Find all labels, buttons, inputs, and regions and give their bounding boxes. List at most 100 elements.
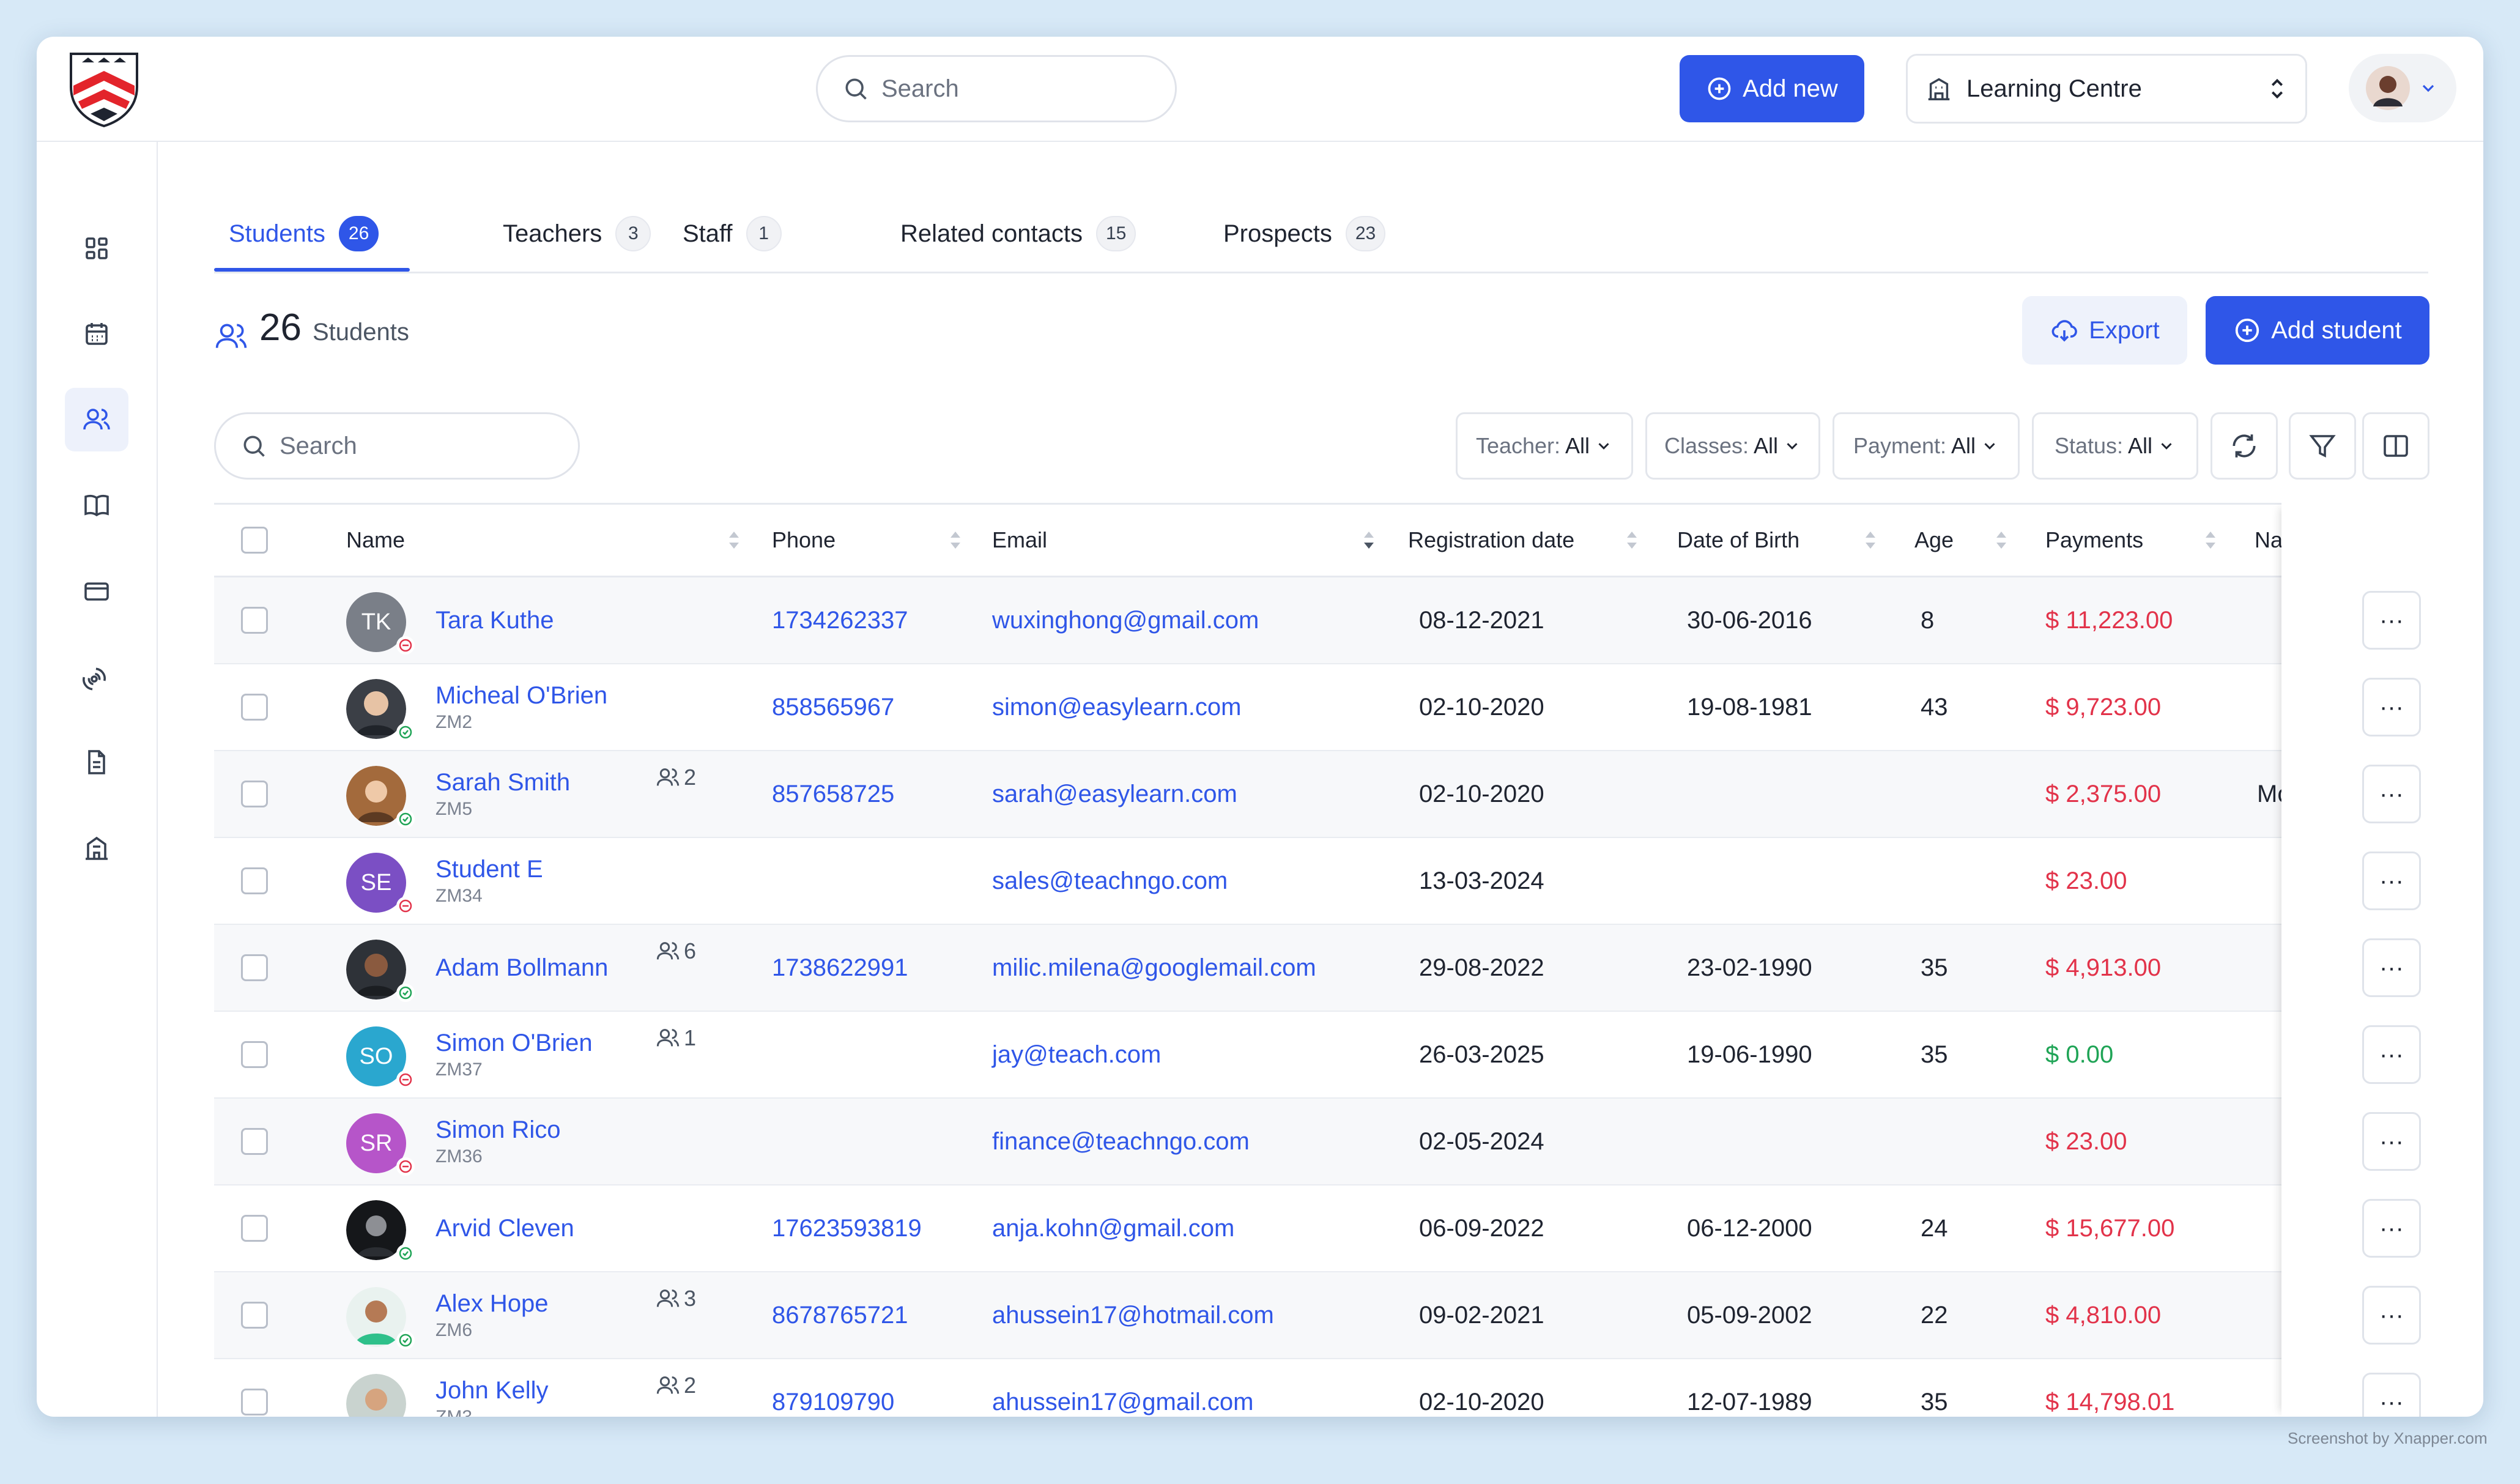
column-age[interactable]: Age [1914, 505, 1954, 576]
sort-icon[interactable] [727, 528, 741, 552]
payment-filter[interactable]: Payment: All [1833, 412, 2020, 480]
row-more-button[interactable]: ··· [2362, 678, 2421, 736]
student-name[interactable]: John Kelly [435, 1377, 549, 1404]
linked-contacts[interactable]: 2 [656, 1373, 696, 1398]
sort-desc-icon[interactable] [1362, 528, 1376, 552]
table-row[interactable]: Adam Bollmann 6 1738622991 milic.milena@… [214, 925, 2428, 1012]
classes-filter[interactable]: Classes: All [1645, 412, 1820, 480]
student-name[interactable]: Arvid Cleven [435, 1215, 574, 1242]
sidebar-item-reports[interactable] [65, 730, 128, 794]
email-cell[interactable]: anja.kohn@gmail.com [992, 1185, 1234, 1271]
add-student-button[interactable]: Add student [2206, 296, 2429, 365]
table-row[interactable]: SE Student E ZM34 sales@teachngo.com 13-0… [214, 838, 2428, 925]
linked-contacts[interactable]: 2 [656, 765, 696, 790]
row-more-button[interactable]: ··· [2362, 938, 2421, 997]
email-cell[interactable]: finance@teachngo.com [992, 1099, 1250, 1184]
status-filter[interactable]: Status: All [2032, 412, 2198, 480]
phone-cell[interactable]: 858565967 [772, 664, 894, 750]
student-name[interactable]: Simon Rico [435, 1116, 561, 1144]
sidebar-item-calendar[interactable] [65, 302, 128, 366]
row-checkbox[interactable] [241, 607, 268, 634]
column-registration-date[interactable]: Registration date [1408, 505, 1574, 576]
linked-contacts[interactable]: 3 [656, 1286, 696, 1311]
phone-cell[interactable]: 1734262337 [772, 577, 908, 663]
row-checkbox[interactable] [241, 1302, 268, 1329]
centre-select[interactable]: Learning Centre [1906, 54, 2307, 124]
student-name[interactable]: Adam Bollmann [435, 954, 608, 982]
row-more-button[interactable]: ··· [2362, 1112, 2421, 1171]
teacher-filter[interactable]: Teacher: All [1456, 412, 1633, 480]
email-cell[interactable]: sales@teachngo.com [992, 838, 1228, 924]
phone-cell[interactable]: 1738622991 [772, 925, 908, 1011]
row-more-button[interactable]: ··· [2362, 1373, 2421, 1417]
row-checkbox[interactable] [241, 1128, 268, 1155]
email-cell[interactable]: simon@easylearn.com [992, 664, 1241, 750]
sidebar-item-dashboard[interactable] [65, 217, 128, 280]
user-menu[interactable] [2349, 54, 2456, 122]
student-name[interactable]: Tara Kuthe [435, 607, 554, 634]
tab-prospects[interactable]: Prospects 23 [1223, 196, 1386, 272]
columns-button[interactable] [2362, 412, 2429, 480]
column-name[interactable]: Name [346, 505, 405, 576]
table-row[interactable]: SO Simon O'Brien ZM37 1 jay@teach.com 26-… [214, 1012, 2428, 1099]
row-checkbox[interactable] [241, 1389, 268, 1415]
global-search[interactable]: Search [816, 55, 1177, 122]
add-new-button[interactable]: Add new [1680, 55, 1864, 122]
row-checkbox[interactable] [241, 1215, 268, 1242]
row-more-button[interactable]: ··· [2362, 1025, 2421, 1084]
row-checkbox[interactable] [241, 954, 268, 981]
sort-icon[interactable] [1863, 528, 1878, 552]
phone-cell[interactable]: 879109790 [772, 1359, 894, 1417]
linked-contacts[interactable]: 6 [656, 938, 696, 964]
column-payments[interactable]: Payments [2045, 505, 2143, 576]
student-name[interactable]: Simon O'Brien [435, 1030, 593, 1057]
sidebar-item-people[interactable] [65, 388, 128, 451]
student-search-input[interactable]: Search [214, 412, 580, 480]
table-row[interactable]: Alex Hope ZM6 3 8678765721 ahussein17@hot… [214, 1272, 2428, 1359]
sidebar-item-communication[interactable] [65, 645, 128, 708]
table-row[interactable]: Arvid Cleven 17623593819 anja.kohn@gmail… [214, 1185, 2428, 1272]
student-name[interactable]: Student E [435, 856, 543, 883]
sort-icon[interactable] [1625, 528, 1639, 552]
tab-students[interactable]: Students 26 [229, 196, 379, 272]
tab-teachers[interactable]: Teachers 3 [503, 196, 651, 272]
row-more-button[interactable]: ··· [2362, 1199, 2421, 1258]
sidebar-item-courses[interactable] [65, 473, 128, 537]
row-more-button[interactable]: ··· [2362, 851, 2421, 910]
row-checkbox[interactable] [241, 867, 268, 894]
row-more-button[interactable]: ··· [2362, 1286, 2421, 1345]
row-more-button[interactable]: ··· [2362, 591, 2421, 650]
table-row[interactable]: Sarah Smith ZM5 2 857658725 sarah@easylea… [214, 751, 2428, 838]
row-checkbox[interactable] [241, 1041, 268, 1068]
email-cell[interactable]: ahussein17@hotmail.com [992, 1272, 1274, 1358]
email-cell[interactable]: sarah@easylearn.com [992, 751, 1237, 837]
sidebar-item-school[interactable] [65, 816, 128, 880]
student-name[interactable]: Sarah Smith [435, 769, 570, 796]
table-row[interactable]: TK Tara Kuthe 1734262337 wuxinghong@gmai… [214, 577, 2428, 664]
column-email[interactable]: Email [992, 505, 1047, 576]
school-crest-logo[interactable] [66, 50, 142, 127]
select-all-checkbox[interactable] [241, 527, 268, 554]
sort-icon[interactable] [948, 528, 963, 552]
student-name[interactable]: Micheal O'Brien [435, 682, 607, 710]
refresh-button[interactable] [2211, 412, 2278, 480]
email-cell[interactable]: wuxinghong@gmail.com [992, 577, 1259, 663]
row-checkbox[interactable] [241, 781, 268, 807]
row-more-button[interactable]: ··· [2362, 765, 2421, 823]
email-cell[interactable]: milic.milena@googlemail.com [992, 925, 1316, 1011]
row-checkbox[interactable] [241, 694, 268, 721]
column-dob[interactable]: Date of Birth [1677, 505, 1799, 576]
student-name[interactable]: Alex Hope [435, 1290, 549, 1318]
phone-cell[interactable]: 857658725 [772, 751, 894, 837]
table-row[interactable]: Micheal O'Brien ZM2 858565967 simon@easyl… [214, 664, 2428, 751]
tab-staff[interactable]: Staff 1 [683, 196, 782, 272]
table-row[interactable]: SR Simon Rico ZM36 finance@teachngo.com 0… [214, 1099, 2428, 1185]
phone-cell[interactable]: 8678765721 [772, 1272, 908, 1358]
filter-button[interactable] [2289, 412, 2356, 480]
tab-related-contacts[interactable]: Related contacts 15 [900, 196, 1136, 272]
linked-contacts[interactable]: 1 [656, 1025, 696, 1051]
sort-icon[interactable] [1994, 528, 2009, 552]
table-row[interactable]: John Kelly ZM3 2 879109790 ahussein17@gma… [214, 1359, 2428, 1417]
sort-icon[interactable] [2203, 528, 2218, 552]
phone-cell[interactable]: 17623593819 [772, 1185, 922, 1271]
